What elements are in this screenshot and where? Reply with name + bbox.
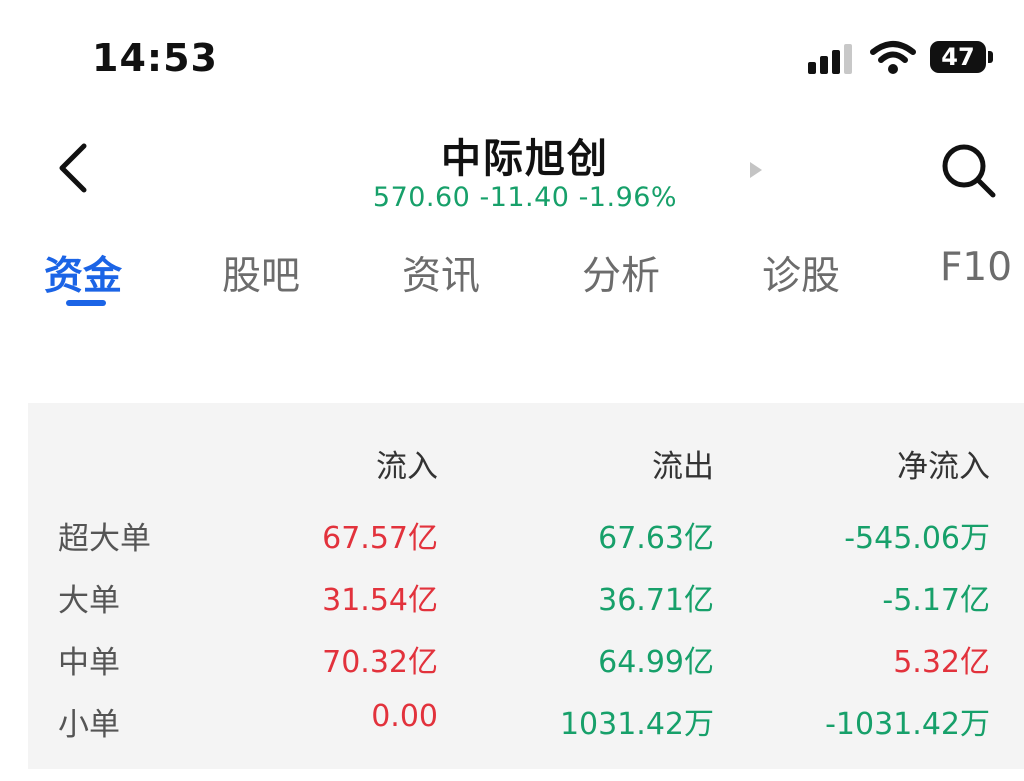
search-icon[interactable] bbox=[938, 140, 998, 200]
column-header-inflow: 流入 bbox=[376, 449, 438, 485]
row-label: 超大单 bbox=[58, 521, 151, 557]
net-inflow-value: -1031.42万 bbox=[825, 707, 990, 742]
tab-f10[interactable]: F10 bbox=[940, 245, 1012, 290]
status-time: 14:53 bbox=[92, 36, 218, 80]
inflow-value: 67.57亿 bbox=[322, 521, 438, 556]
column-header-net-inflow: 净流入 bbox=[897, 449, 990, 485]
outflow-value: 64.99亿 bbox=[598, 645, 714, 680]
next-arrow-icon[interactable] bbox=[748, 160, 764, 180]
tab-analysis[interactable]: 分析 bbox=[582, 245, 660, 301]
inflow-value: 70.32亿 bbox=[322, 645, 438, 680]
wifi-icon bbox=[870, 41, 916, 74]
net-inflow-value: -5.17亿 bbox=[882, 583, 990, 618]
inflow-value: 31.54亿 bbox=[322, 583, 438, 618]
row-label: 小单 bbox=[58, 707, 120, 743]
tab-funds[interactable]: 资金 bbox=[44, 245, 122, 301]
battery-icon: 47 bbox=[930, 41, 986, 73]
outflow-value: 67.63亿 bbox=[598, 521, 714, 556]
net-inflow-value: 5.32亿 bbox=[893, 645, 990, 680]
net-inflow-value: -545.06万 bbox=[844, 521, 990, 556]
outflow-value: 1031.42万 bbox=[559, 707, 714, 742]
tab-news[interactable]: 资讯 bbox=[402, 245, 480, 301]
column-header-outflow: 流出 bbox=[652, 449, 714, 485]
active-tab-indicator bbox=[66, 300, 106, 306]
tab-bar: 资金 股吧 资讯 分析 诊股 F10 bbox=[0, 245, 1024, 315]
tab-diagnosis[interactable]: 诊股 bbox=[762, 245, 840, 301]
fund-flow-table: 流入 流出 净流入 超大单 67.57亿 67.63亿 -545.06万 大单 … bbox=[28, 403, 1024, 769]
signal-icon bbox=[808, 42, 854, 74]
battery-tip bbox=[988, 51, 993, 63]
outflow-value: 36.71亿 bbox=[598, 583, 714, 618]
row-label: 大单 bbox=[58, 583, 120, 619]
inflow-value: 0.00 bbox=[371, 699, 438, 734]
stock-title: 中际旭创 bbox=[441, 136, 609, 182]
stock-quote: 570.60 -11.40 -1.96% bbox=[372, 182, 678, 213]
tab-forum[interactable]: 股吧 bbox=[222, 245, 300, 301]
row-label: 中单 bbox=[58, 645, 120, 681]
